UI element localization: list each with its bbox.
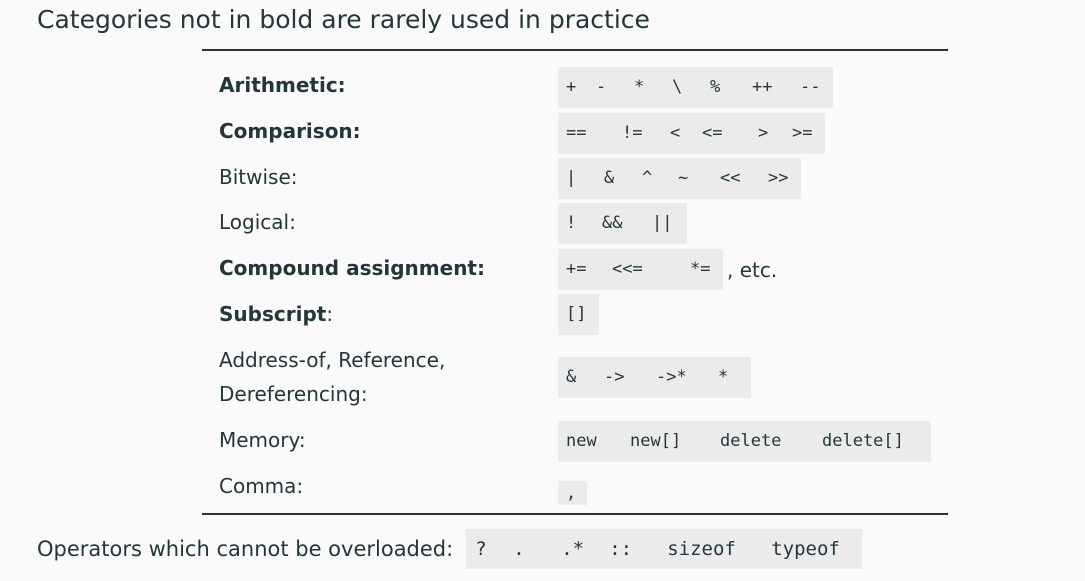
row-label: Comma: — [219, 474, 304, 498]
operator-list: += <<= *= , etc. — [558, 249, 777, 290]
code-box: | & ^ ~ << >> — [558, 158, 801, 199]
operator: -> — [604, 367, 625, 387]
row-label: Address-of, Reference, — [219, 348, 446, 372]
operator: , — [566, 483, 577, 503]
operator: & — [604, 168, 615, 188]
code-box: + - * \% ++ -- — [558, 67, 833, 108]
operator: -- — [800, 77, 821, 97]
operator: % — [710, 77, 721, 97]
code-box: [] — [558, 294, 599, 335]
operator: ~ — [678, 168, 689, 188]
operator: ! — [566, 213, 577, 233]
operator: delete[] — [822, 431, 904, 451]
operator: ? — [475, 538, 487, 560]
footer-line: Operators which cannot be overloaded: ?.… — [37, 529, 863, 569]
operator: || — [652, 213, 673, 233]
operator: >= — [792, 123, 813, 143]
operator: [] — [566, 304, 587, 324]
operator: delete — [720, 431, 782, 451]
row-label: Bitwise: — [219, 165, 298, 189]
operator: .* — [561, 538, 585, 560]
code-box: ! && || — [558, 203, 687, 244]
code-box: += <<= *= — [558, 249, 723, 290]
operator: - — [596, 77, 607, 97]
operator: << — [720, 168, 741, 188]
code-box: & -> ->* * — [558, 357, 751, 398]
operator: != — [622, 123, 643, 143]
operator: + — [566, 77, 577, 97]
operator-table: Arithmetic: + - * \% ++ -- Comparison: == != < <… — [0, 0, 1085, 581]
operator: | — [566, 168, 577, 188]
operator: \ — [672, 77, 683, 97]
operator: <<= — [612, 259, 643, 279]
operator: += — [566, 259, 587, 279]
operator: ++ — [752, 77, 773, 97]
row-label: Logical: — [219, 210, 296, 234]
operator: *= — [690, 259, 711, 279]
operator-list: & -> ->* * — [558, 357, 751, 398]
operator: & — [566, 367, 577, 387]
code-box: new new[] delete delete[] — [558, 421, 931, 462]
operator: new[] — [630, 431, 682, 451]
etc-text: , etc. — [727, 257, 778, 282]
operator: ^ — [642, 168, 653, 188]
operator: * — [718, 367, 729, 387]
operator-list: ! && || — [558, 203, 687, 244]
operator: > — [758, 123, 769, 143]
row-label: Memory: — [219, 428, 306, 452]
operator: < — [670, 123, 681, 143]
operator-list: == != < <= > >= — [558, 113, 825, 154]
operator: <= — [702, 123, 723, 143]
operator-list: [] — [558, 294, 599, 335]
row-label: Arithmetic: — [219, 73, 346, 97]
row-label: Compound assignment: — [219, 256, 485, 280]
row-label: Comparison: — [219, 119, 361, 143]
footer-label: Operators which cannot be overloaded: — [37, 537, 454, 561]
table-bottom-rule — [202, 513, 948, 515]
code-box: , — [558, 481, 587, 505]
code-box: ?. .*:: sizeof typeof — [466, 529, 863, 569]
operator-list: | & ^ ~ << >> — [558, 158, 801, 199]
row-label: Subscript: — [219, 302, 334, 326]
operator: new — [566, 431, 597, 451]
operator-list: , — [558, 481, 587, 505]
row-label-line2: Dereferencing: — [219, 382, 368, 406]
operator: == — [566, 123, 587, 143]
operator: :: — [609, 538, 633, 560]
operator: && — [602, 213, 623, 233]
operator: ->* — [656, 367, 687, 387]
operator: typeof — [771, 538, 840, 560]
operator: . — [513, 538, 525, 560]
code-box: == != < <= > >= — [558, 113, 825, 154]
operator-list: + - * \% ++ -- — [558, 67, 833, 108]
operator: * — [634, 77, 645, 97]
operator: >> — [768, 168, 789, 188]
operator-list: new new[] delete delete[] — [558, 421, 931, 462]
operator: sizeof — [667, 538, 736, 560]
